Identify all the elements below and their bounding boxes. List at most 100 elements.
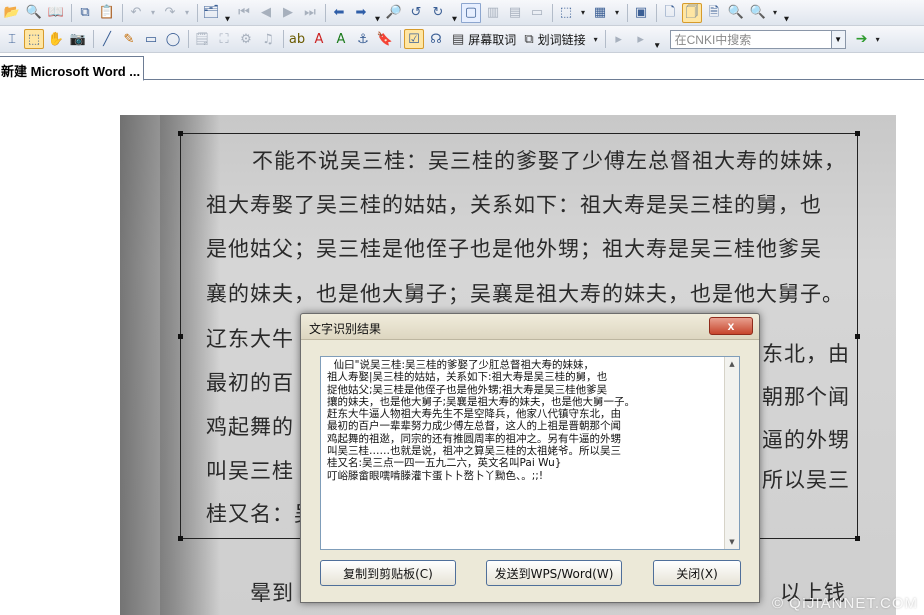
redo-icon[interactable]: ↷ — [160, 3, 180, 23]
word-window: 📂 🔍 📖 ⧉ 📋 ↶ ▾ ↷ ▾ 🗂 ⏮ ◀ ▶ ⏭ ⬅ ➡ 🔎 ↺ ↻ ▢ … — [0, 0, 924, 615]
dialog-title: 文字识别结果 — [309, 322, 382, 336]
ocr-icon[interactable]: ☑ — [404, 29, 424, 49]
bookmark-icon[interactable]: 🔖 — [375, 29, 395, 49]
send-to-word-button[interactable]: 发送到WPS/Word(W) — [486, 560, 622, 586]
undo-dropdown-icon[interactable]: ▾ — [148, 3, 158, 23]
text-select-icon[interactable]: ⌶ — [2, 29, 22, 49]
first-page-icon[interactable]: ⏮ — [234, 3, 254, 23]
close-icon[interactable]: x — [709, 317, 753, 335]
print-preview-icon[interactable]: 🔍 — [24, 3, 44, 23]
research-icon[interactable]: 📖 — [46, 3, 66, 23]
tab-document-label: 新建 Microsoft Word ... — [1, 64, 141, 79]
redo-dropdown-icon[interactable]: ▾ — [182, 3, 192, 23]
resize-handle[interactable] — [855, 131, 860, 136]
search-go-dropdown-icon[interactable]: ▾ — [876, 35, 880, 44]
toolbar-overflow-icon[interactable] — [224, 4, 231, 22]
forward-arrow-icon[interactable]: ➡ — [351, 3, 371, 23]
previous-page-icon[interactable]: ◀ — [256, 3, 276, 23]
toolbar-separator — [552, 3, 553, 22]
zoom-dropdown-icon[interactable]: ▾ — [770, 3, 780, 23]
toolbar-separator — [627, 3, 628, 22]
vertical-scrollbar[interactable]: ▲ ▼ — [724, 357, 739, 549]
chevron-down-icon[interactable]: ▼ — [830, 30, 845, 48]
audio-icon[interactable]: ♫ — [258, 29, 278, 49]
toolbar-separator — [93, 30, 94, 48]
word-link-button[interactable]: ⧉ 划词链接 ▾ — [520, 29, 601, 49]
resize-handle[interactable] — [855, 536, 860, 541]
image-select-icon[interactable]: ⬚ — [24, 29, 44, 49]
toolbar-separator — [122, 3, 123, 22]
select-tool-dropdown-icon[interactable]: ▾ — [578, 3, 588, 23]
rotate-right-icon[interactable]: ↻ — [428, 3, 448, 23]
toolbar-separator — [400, 30, 401, 48]
fullscreen-icon[interactable]: ▣ — [631, 3, 651, 23]
toolbar-separator — [604, 30, 606, 48]
anchor-icon[interactable]: ⚓ — [353, 29, 373, 49]
note-icon[interactable]: 🗒 — [192, 29, 212, 49]
highlighter-icon[interactable]: ✎ — [119, 29, 139, 49]
zoom-in-icon[interactable]: 🔍 — [748, 3, 768, 23]
toolbar-separator — [656, 3, 657, 22]
two-page-view-icon[interactable]: ▥ — [483, 3, 503, 23]
toolbar-overflow-icon[interactable] — [654, 30, 661, 48]
resize-handle[interactable] — [178, 334, 183, 339]
actual-size-icon[interactable]: 🗎 — [704, 3, 724, 23]
strikethrough-icon[interactable]: A — [309, 29, 329, 49]
ocr-result-dialog: 文字识别结果 x 仙曰"说吴三桂:吴三桂的爹娶了少肛总督祖大寿的妹妹， 祖人寿娶… — [300, 313, 760, 603]
zoom-out-icon[interactable]: 🔍 — [726, 3, 746, 23]
back-arrow-icon[interactable]: ⬅ — [329, 3, 349, 23]
next-result-icon[interactable]: ▸ — [631, 29, 651, 49]
underline-icon[interactable]: A — [331, 29, 351, 49]
fit-page-icon[interactable]: 🗋 — [660, 3, 680, 23]
close-button[interactable]: 关闭(X) — [653, 560, 741, 586]
paste-icon[interactable]: 📋 — [97, 3, 117, 23]
toolbar-separator — [197, 3, 198, 22]
copy-icon[interactable]: ⧉ — [75, 3, 95, 23]
toolbar-separator — [325, 3, 326, 22]
scroll-down-icon[interactable]: ▼ — [725, 535, 739, 549]
pen-icon[interactable]: ╱ — [97, 29, 117, 49]
hand-tool-icon[interactable]: ✋ — [46, 29, 66, 49]
rectangle-icon[interactable]: ▭ — [141, 29, 161, 49]
translate-icon[interactable]: ☊ — [426, 29, 446, 49]
chevron-down-icon[interactable]: ▾ — [594, 35, 598, 44]
stamp-icon[interactable]: ⚙ — [236, 29, 256, 49]
undo-icon[interactable]: ↶ — [126, 3, 146, 23]
scroll-up-icon[interactable]: ▲ — [725, 357, 739, 371]
toolbar-overflow-icon[interactable] — [783, 4, 790, 22]
tab-document[interactable]: 新建 Microsoft Word ... — [0, 56, 144, 81]
single-page-view-icon[interactable]: ▢ — [461, 2, 481, 23]
snapshot-icon[interactable]: 📷 — [68, 29, 88, 49]
resize-handle[interactable] — [178, 131, 183, 136]
ocr-text-area[interactable]: 仙曰"说吴三桂:吴三桂的爹娶了少肛总督祖大寿的妹妹， 祖人寿娶|吴三桂的姑姑，关… — [320, 356, 740, 550]
toolbar-overflow-icon[interactable] — [451, 4, 458, 22]
annotation-toolbar: ⌶ ⬚ ✋ 📷 ╱ ✎ ▭ ◯ 🗒 ⛶ ⚙ ♫ ab A A ⚓ 🔖 ☑ ☊ ▤… — [0, 26, 924, 53]
layout-tool-dropdown-icon[interactable]: ▾ — [612, 3, 622, 23]
resize-handle[interactable] — [178, 536, 183, 541]
ocr-text[interactable]: 仙曰"说吴三桂:吴三桂的爹娶了少肛总督祖大寿的妹妹， 祖人寿娶|吴三桂的姑姑，关… — [321, 357, 721, 482]
facing-view-icon[interactable]: ▭ — [527, 3, 547, 23]
ellipse-icon[interactable]: ◯ — [163, 29, 183, 49]
word-link-label: 划词链接 — [537, 32, 586, 47]
search-go-icon[interactable]: ➔ — [850, 29, 874, 49]
open-folder-icon[interactable]: 📂 — [2, 3, 22, 23]
layout-tool-icon[interactable]: ▦ — [590, 3, 610, 23]
rotate-left-icon[interactable]: ↺ — [406, 3, 426, 23]
find-icon[interactable]: 🔎 — [384, 3, 404, 23]
cnki-search-input[interactable]: 在CNKI中搜索 ▼ — [669, 29, 846, 49]
next-page-icon[interactable]: ▶ — [278, 3, 298, 23]
toolbar-overflow-icon[interactable] — [374, 4, 381, 22]
previous-result-icon[interactable]: ▸ — [609, 29, 629, 49]
screen-capture-word-button[interactable]: ▤ 屏幕取词 — [448, 29, 520, 49]
continuous-view-icon[interactable]: ▤ — [505, 3, 525, 23]
text-highlight-icon[interactable]: ab — [287, 29, 307, 49]
fit-width-icon[interactable]: 🗍 — [682, 2, 702, 23]
dialog-title-bar[interactable]: 文字识别结果 x — [301, 314, 759, 340]
select-tool-icon[interactable]: ⬚ — [556, 3, 576, 23]
last-page-icon[interactable]: ⏭ — [300, 3, 320, 23]
resize-handle[interactable] — [855, 334, 860, 339]
document-tab-bar: 新建 Microsoft Word ... — [0, 53, 924, 81]
attachment-icon[interactable]: ⛶ — [214, 29, 234, 49]
insert-hyperlink-icon[interactable]: 🗂 — [201, 3, 221, 23]
copy-to-clipboard-button[interactable]: 复制到剪贴板(C) — [320, 560, 456, 586]
